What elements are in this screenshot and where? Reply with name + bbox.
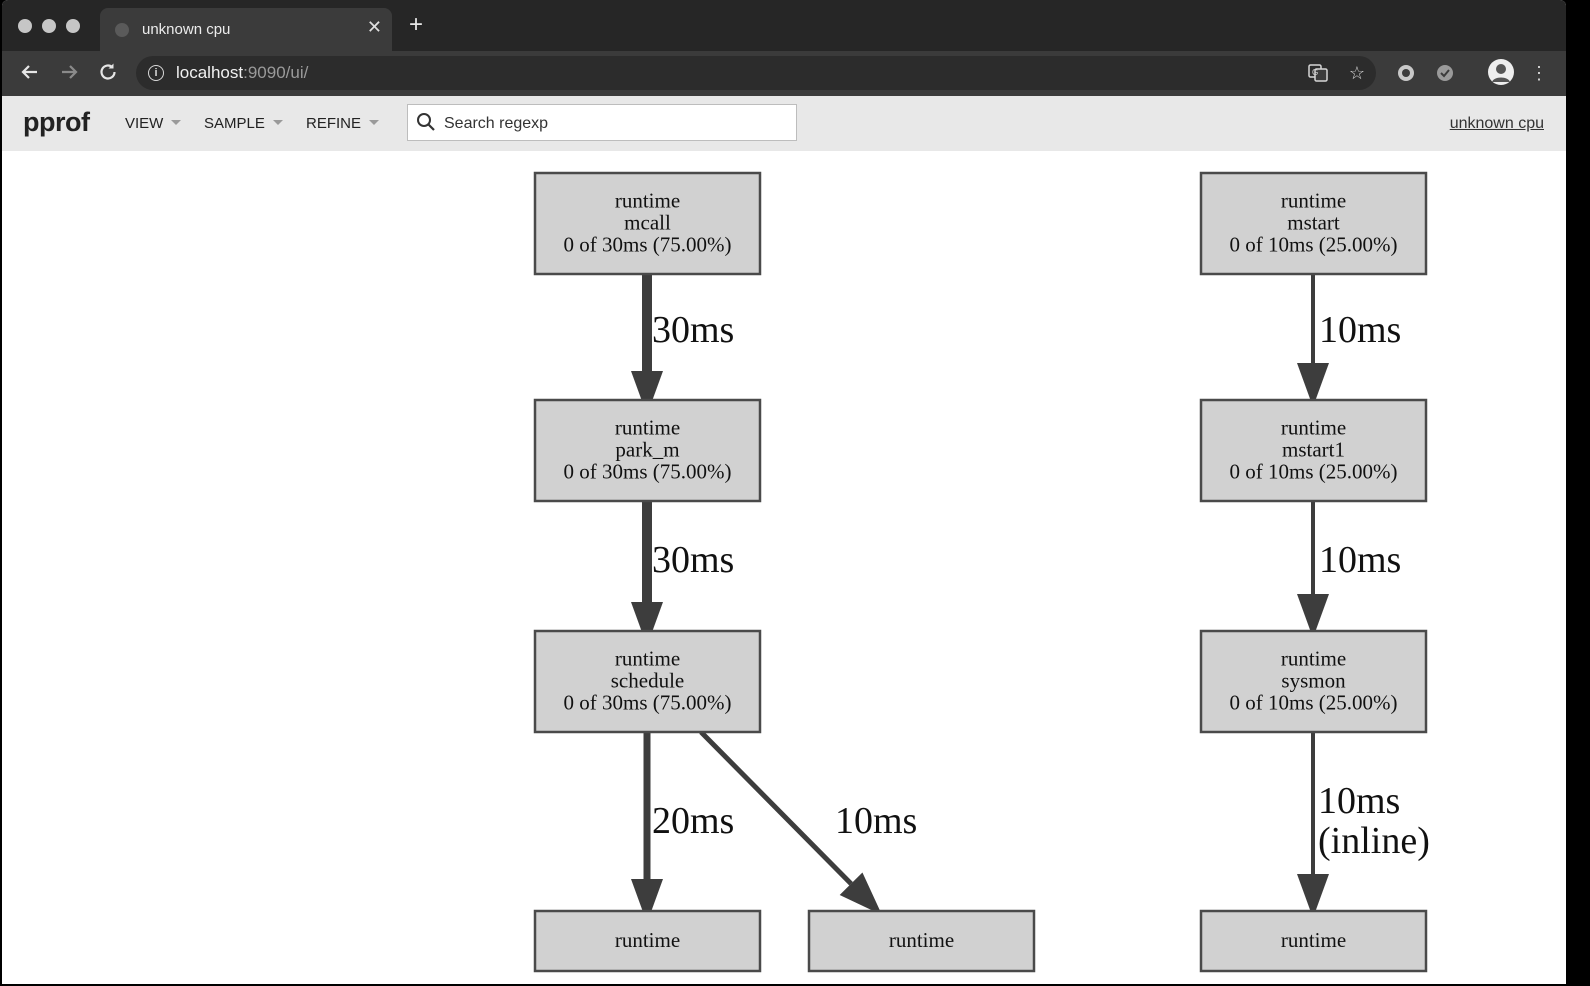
globe-icon [115,23,129,37]
view-menu[interactable]: VIEW [125,115,182,132]
pprof-header: pprof VIEW SAMPLE REFINE unknown cpu [2,96,1566,151]
node-label: 0 of 30ms (75.00%) [564,233,732,257]
node-label: mstart [1287,211,1340,235]
chevron-down-icon [369,119,380,125]
chevron-down-icon [171,119,182,125]
node-label: runtime [1281,647,1346,671]
edge-label: 30ms [652,539,734,581]
edge-mstart1-to-sysmon[interactable]: 10ms [1297,501,1401,638]
tab-strip: unknown cpu ✕ + [2,0,1566,51]
minimize-window-button[interactable] [42,19,56,33]
node-schedule[interactable]: runtimeschedule0 of 30ms (75.00%) [533,629,762,734]
avatar[interactable] [1487,58,1515,86]
edge-mstart-to-mstart1[interactable]: 10ms [1297,274,1401,407]
url-text[interactable]: localhost:9090/ui/ [176,63,308,83]
info-icon[interactable]: i [148,65,164,81]
star-icon[interactable]: ☆ [1347,63,1367,83]
node-label: runtime [1281,189,1346,213]
close-icon[interactable]: ✕ [367,17,382,38]
node-label: park_m [615,438,679,462]
svg-text:G: G [1312,68,1318,77]
edge-label: 10ms [1318,780,1400,822]
node-label: runtime [889,928,954,952]
node-mstart1[interactable]: runtimemstart10 of 10ms (25.00%) [1199,398,1428,503]
edge-label: 10ms [835,800,917,842]
sample-menu[interactable]: SAMPLE [204,115,283,132]
node-label: 0 of 10ms (25.00%) [1230,460,1398,484]
edge-label: (inline) [1318,820,1430,862]
close-window-button[interactable] [18,19,32,33]
zoom-window-button[interactable] [66,19,80,33]
forward-icon[interactable] [57,61,81,85]
node-bottom-left[interactable]: runtime [533,909,762,973]
node-bottom-right[interactable]: runtime [1199,909,1428,973]
tab-active[interactable]: unknown cpu ✕ [100,8,392,51]
search-box[interactable] [407,104,797,142]
search-input[interactable] [442,105,791,142]
edge-schedule-to-bottom-left[interactable]: 20ms [631,732,734,923]
node-bottom-mid[interactable]: runtime [807,909,1036,973]
node-mcall[interactable]: runtimemcall0 of 30ms (75.00%) [533,171,762,276]
back-icon[interactable] [18,61,42,85]
node-label: 0 of 30ms (75.00%) [564,460,732,484]
node-park_m[interactable]: runtimepark_m0 of 30ms (75.00%) [533,398,762,503]
node-label: runtime [615,416,680,440]
plus-icon[interactable]: + [409,13,423,37]
node-label: runtime [615,189,680,213]
node-label: mstart1 [1282,438,1345,462]
edge-sysmon-to-bottom-right[interactable]: 10ms(inline) [1297,732,1430,918]
node-sysmon[interactable]: runtimesysmon0 of 10ms (25.00%) [1199,629,1428,734]
chevron-down-icon [272,119,283,125]
edge-label: 10ms [1319,539,1401,581]
node-label: schedule [611,669,684,693]
search-icon [417,113,435,131]
translate-icon[interactable]: G [1308,63,1328,83]
profile-name-link[interactable]: unknown cpu [1450,115,1544,133]
node-label: 0 of 10ms (25.00%) [1230,691,1398,715]
node-label: mcall [624,211,671,235]
tab-title: unknown cpu [142,21,231,38]
extension-check-icon[interactable] [1435,63,1455,83]
browser-toolbar: i localhost:9090/ui/ G ☆ ⋮ [2,51,1566,96]
edge-park_m-to-schedule[interactable]: 30ms [631,501,734,646]
address-bar[interactable]: i localhost:9090/ui/ [136,56,1376,90]
edge-label: 20ms [652,800,734,842]
node-label: sysmon [1281,669,1346,693]
more-menu-icon[interactable]: ⋮ [1529,63,1549,83]
edge-label: 30ms [652,309,734,351]
refine-menu[interactable]: REFINE [306,115,380,132]
edge-mcall-to-park_m[interactable]: 30ms [631,274,734,415]
node-label: runtime [615,928,680,952]
edge-label: 10ms [1319,309,1401,351]
node-label: 0 of 10ms (25.00%) [1230,233,1398,257]
node-label: runtime [1281,928,1346,952]
node-label: 0 of 30ms (75.00%) [564,691,732,715]
call-graph: 30ms30ms20ms 10ms10ms10ms10ms(inline)runt… [533,171,1430,973]
node-mstart[interactable]: runtimemstart0 of 10ms (25.00%) [1199,171,1428,276]
browser-window: unknown cpu ✕ + i localhost:9090/ui/ G ☆ [2,0,1566,984]
reload-icon[interactable] [96,61,120,85]
extension-icon[interactable] [1396,63,1416,83]
node-label: runtime [1281,416,1346,440]
pprof-logo[interactable]: pprof [23,107,90,138]
node-label: runtime [615,647,680,671]
